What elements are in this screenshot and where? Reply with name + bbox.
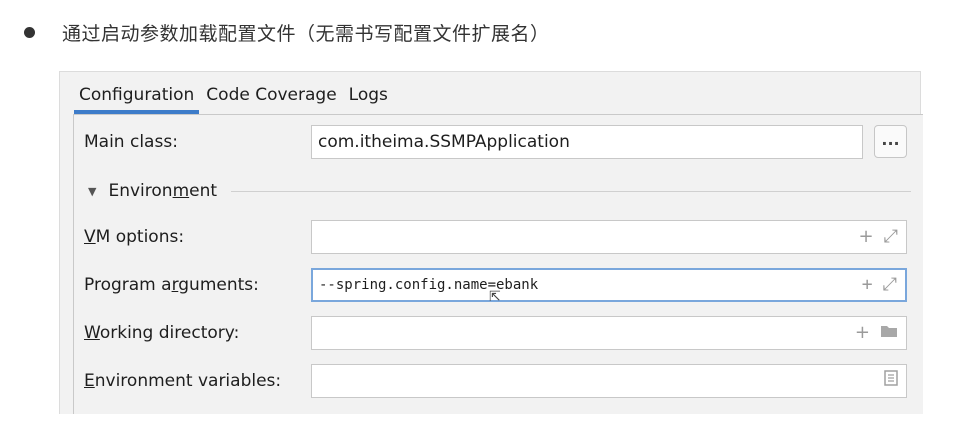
heading-text: 通过启动参数加载配置文件（无需书写配置文件扩展名）: [62, 22, 550, 45]
section-divider: [231, 191, 911, 192]
vm-options-field[interactable]: + ⤢: [311, 220, 907, 254]
tab-configuration[interactable]: Configuration: [74, 85, 200, 114]
tab-code-coverage[interactable]: Code Coverage: [201, 85, 341, 114]
working-directory-label: Working directory:: [84, 323, 240, 343]
run-configuration-panel: Configuration Code Coverage Logs Main cl…: [59, 71, 923, 414]
folder-icon[interactable]: [880, 317, 898, 349]
plus-icon[interactable]: +: [862, 270, 873, 300]
heading-line: 通过启动参数加载配置文件（无需书写配置文件扩展名）: [24, 14, 550, 50]
working-directory-field[interactable]: +: [311, 316, 907, 350]
program-arguments-label: Program arguments:: [84, 275, 259, 295]
main-class-label: Main class:: [84, 132, 178, 152]
program-arguments-value: --spring.config.name=ebank: [319, 277, 539, 293]
plus-icon[interactable]: +: [855, 317, 870, 349]
expand-icon[interactable]: ⤢: [883, 270, 897, 300]
bullet-icon: [24, 26, 35, 38]
tab-logs[interactable]: Logs: [344, 85, 393, 114]
main-class-value: com.itheima.SSMPApplication: [318, 132, 570, 152]
expand-icon[interactable]: ⤢: [884, 221, 898, 253]
plus-icon[interactable]: +: [859, 221, 874, 253]
configuration-content: Main class: com.itheima.SSMPApplication …: [73, 114, 923, 414]
collapse-arrow-icon: ▼: [88, 184, 97, 198]
browse-button[interactable]: ...: [874, 125, 907, 158]
environment-label: Environment: [108, 181, 218, 201]
program-arguments-field[interactable]: --spring.config.name=ebank + ⤢: [311, 268, 907, 302]
tab-bar: Configuration Code Coverage Logs: [74, 72, 395, 114]
document-icon[interactable]: [884, 365, 898, 397]
text-cursor-icon: ⇱: [489, 289, 501, 305]
main-class-field[interactable]: com.itheima.SSMPApplication: [311, 125, 863, 159]
environment-variables-field[interactable]: [311, 364, 907, 398]
vm-options-label: VM options:: [84, 227, 185, 247]
environment-section-toggle[interactable]: ▼ Environment: [88, 177, 217, 205]
environment-variables-label: Environment variables:: [84, 371, 282, 391]
